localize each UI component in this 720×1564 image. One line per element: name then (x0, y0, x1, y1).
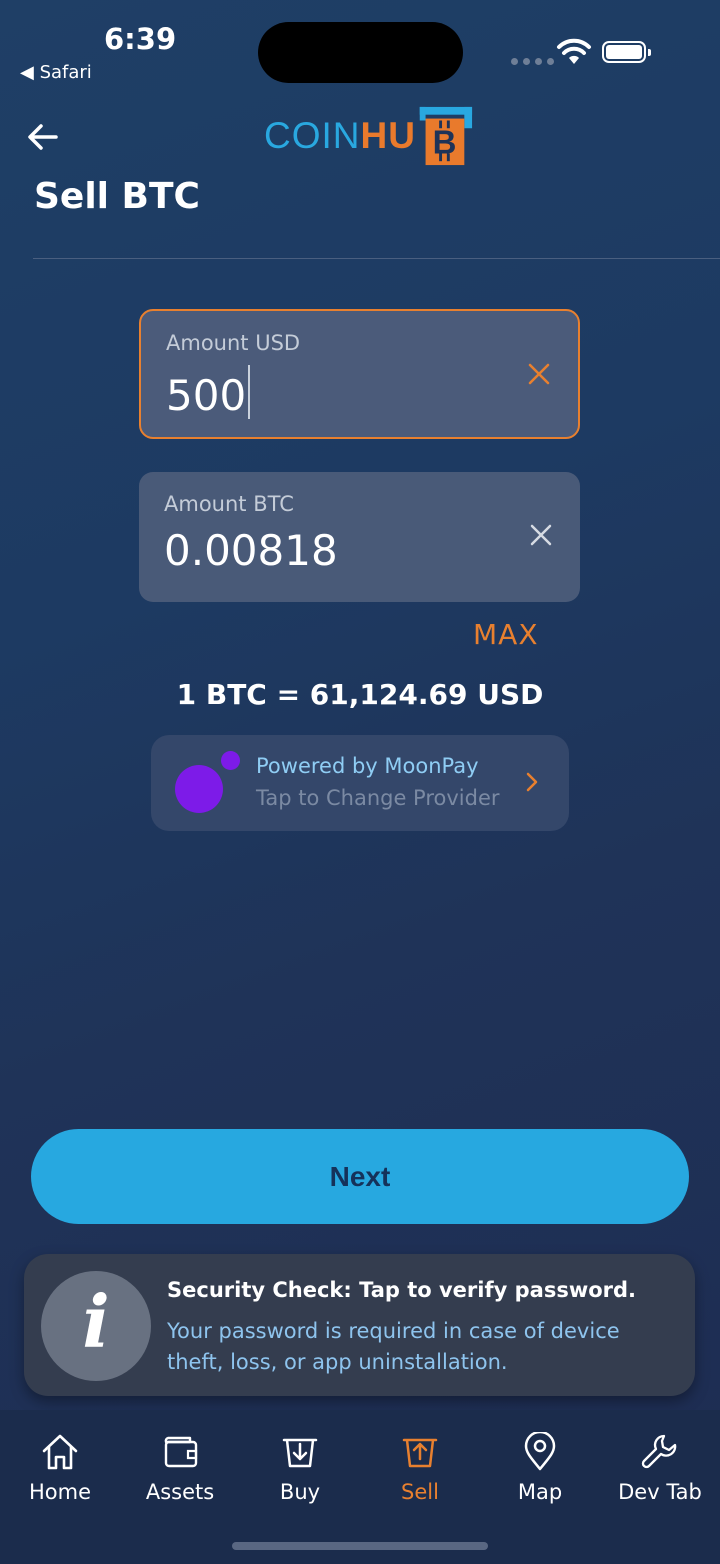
amount-btc-input[interactable]: 0.00818 (164, 526, 338, 575)
security-check-banner[interactable]: i Security Check: Tap to verify password… (24, 1254, 695, 1396)
tab-sell[interactable]: Sell (360, 1410, 480, 1520)
change-provider-button[interactable]: Powered by MoonPay Tap to Change Provide… (151, 735, 569, 831)
wifi-icon (557, 38, 591, 64)
back-arrow-icon[interactable] (26, 120, 60, 154)
back-to-safari-link[interactable]: ◀ Safari (20, 62, 92, 83)
moonpay-logo-icon (175, 765, 223, 813)
home-indicator (232, 1542, 488, 1550)
tab-assets[interactable]: Assets (120, 1410, 240, 1520)
logo-hub-text: HU (360, 115, 416, 156)
coinhub-logo: COIN HU B (264, 104, 474, 168)
max-button[interactable]: MAX (473, 618, 539, 651)
tab-label-sell: Sell (401, 1480, 439, 1504)
wallet-icon (164, 1436, 198, 1468)
tab-label-map: Map (517, 1480, 563, 1504)
tab-map[interactable]: Map (480, 1410, 600, 1520)
amount-usd-field[interactable]: Amount USD 500 (139, 309, 580, 439)
security-check-title: Security Check: Tap to verify password. (167, 1278, 637, 1302)
amount-usd-input[interactable]: 500 (166, 365, 251, 420)
provider-hint: Tap to Change Provider (256, 786, 500, 810)
security-check-body: Your password is required in case of dev… (167, 1319, 620, 1374)
tab-label-dev: Dev Tab (618, 1480, 702, 1504)
tab-buy[interactable]: Buy (240, 1410, 360, 1520)
bottom-tab-bar: Home Assets Buy Sell Map Dev Tab (0, 1410, 720, 1564)
chevron-right-icon (526, 772, 538, 792)
provider-name: Powered by MoonPay (256, 754, 479, 778)
amount-btc-field[interactable]: Amount BTC 0.00818 (139, 472, 580, 602)
next-button[interactable]: Next (31, 1129, 689, 1224)
page-title: Sell BTC (34, 176, 200, 217)
info-icon: i (41, 1271, 151, 1381)
exchange-rate: 1 BTC = 61,124.69 USD (176, 678, 544, 711)
tab-label-buy: Buy (279, 1480, 321, 1504)
tab-dev[interactable]: Dev Tab (600, 1410, 720, 1520)
svg-text:B: B (433, 123, 458, 160)
header-divider (33, 258, 720, 259)
moonpay-logo-dot (221, 751, 240, 770)
buy-icon (282, 1438, 318, 1468)
amount-btc-label: Amount BTC (164, 492, 294, 516)
battery-icon (602, 41, 651, 63)
tab-home[interactable]: Home (0, 1410, 120, 1520)
dynamic-island (258, 22, 463, 83)
amount-usd-value: 500 (166, 371, 247, 420)
home-icon (42, 1434, 78, 1470)
map-pin-icon (524, 1432, 556, 1471)
sell-icon (402, 1438, 438, 1468)
logo-coin-text: COIN (264, 115, 361, 156)
cellular-signal-icon (511, 58, 554, 65)
bitcoin-atm-logo-icon: B (419, 106, 473, 166)
amount-usd-label: Amount USD (166, 331, 301, 355)
tab-label-assets: Assets (145, 1480, 215, 1504)
clear-btc-icon[interactable] (528, 522, 554, 548)
text-caret (248, 365, 251, 419)
clear-usd-icon[interactable] (526, 361, 552, 387)
status-time: 6:39 (104, 22, 177, 56)
tab-label-home: Home (28, 1480, 91, 1504)
wrench-icon (641, 1434, 677, 1469)
